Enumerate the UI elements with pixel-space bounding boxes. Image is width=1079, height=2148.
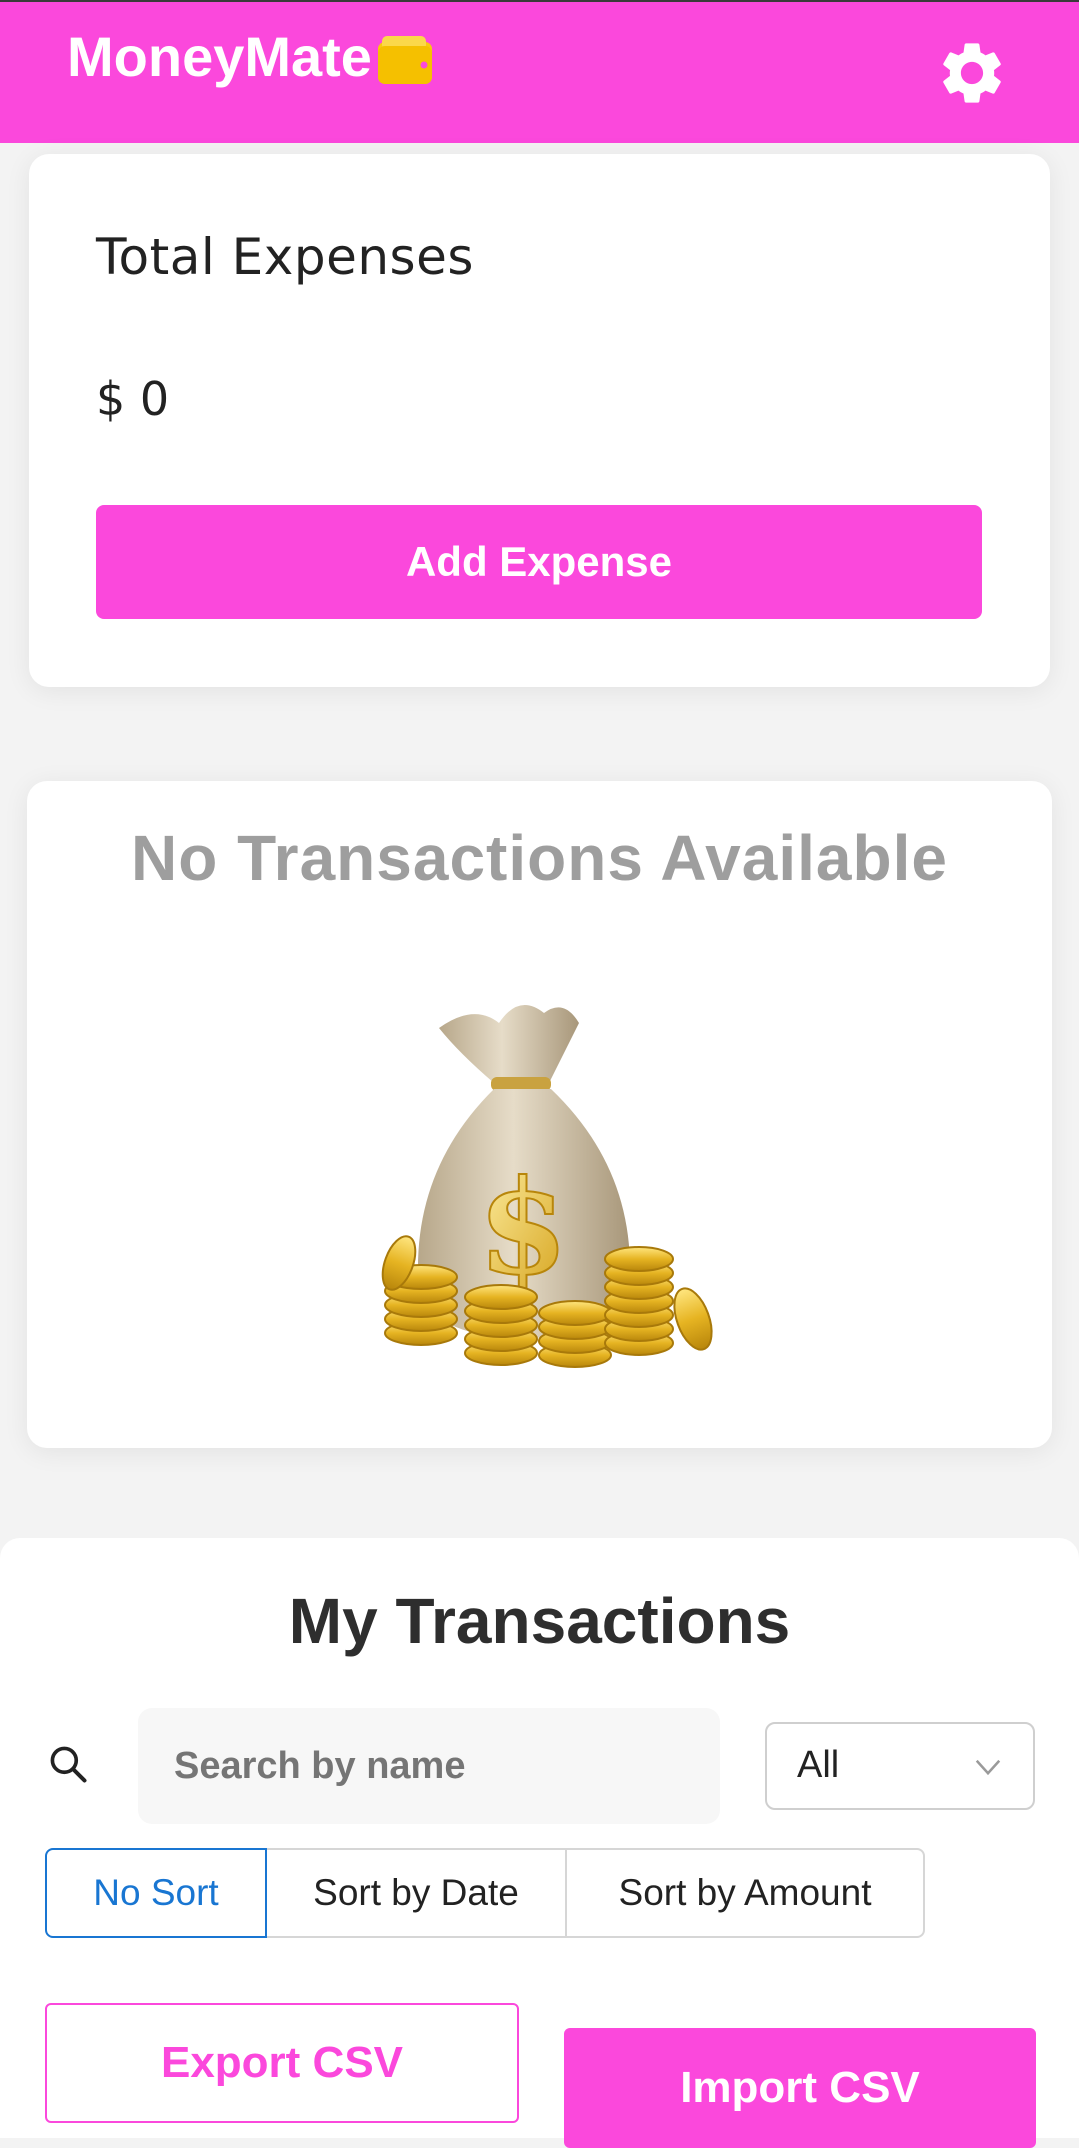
empty-state-message: No Transactions Available: [131, 822, 948, 894]
total-expenses-value: $ 0: [96, 372, 170, 426]
search-icon: [50, 1746, 87, 1783]
total-expenses-label: Total Expenses: [96, 228, 474, 286]
money-bag-icon: $: [381, 1005, 713, 1368]
svg-text:$: $: [478, 1151, 568, 1304]
app-bar: MoneyMate: [0, 0, 1079, 143]
empty-state-card: No Transactions Available $: [27, 781, 1052, 1448]
export-csv-button[interactable]: Export CSV: [45, 2003, 519, 2123]
app-title: MoneyMate: [67, 25, 372, 88]
filter-select[interactable]: All: [765, 1722, 1035, 1810]
search-input[interactable]: [138, 1708, 720, 1824]
sort-by-date-button[interactable]: Sort by Date: [267, 1848, 567, 1938]
sort-none-button[interactable]: No Sort: [45, 1848, 267, 1938]
add-expense-button[interactable]: Add Expense: [96, 505, 982, 619]
wallet-icon: [378, 36, 432, 84]
filter-selected-value: All: [797, 1744, 840, 1786]
import-csv-button[interactable]: Import CSV: [564, 2028, 1036, 2148]
gear-icon[interactable]: [935, 36, 1009, 110]
total-expenses-card: Total Expenses $ 0 Add Expense: [29, 154, 1050, 687]
chevron-down-icon: [975, 1759, 1001, 1776]
transactions-panel: My Transactions All No Sort Sort by Date…: [0, 1538, 1079, 2148]
transactions-title: My Transactions: [288, 1585, 791, 1657]
sort-toggle-group: No Sort Sort by Date Sort by Amount: [45, 1848, 925, 1938]
sort-by-amount-button[interactable]: Sort by Amount: [565, 1848, 925, 1938]
